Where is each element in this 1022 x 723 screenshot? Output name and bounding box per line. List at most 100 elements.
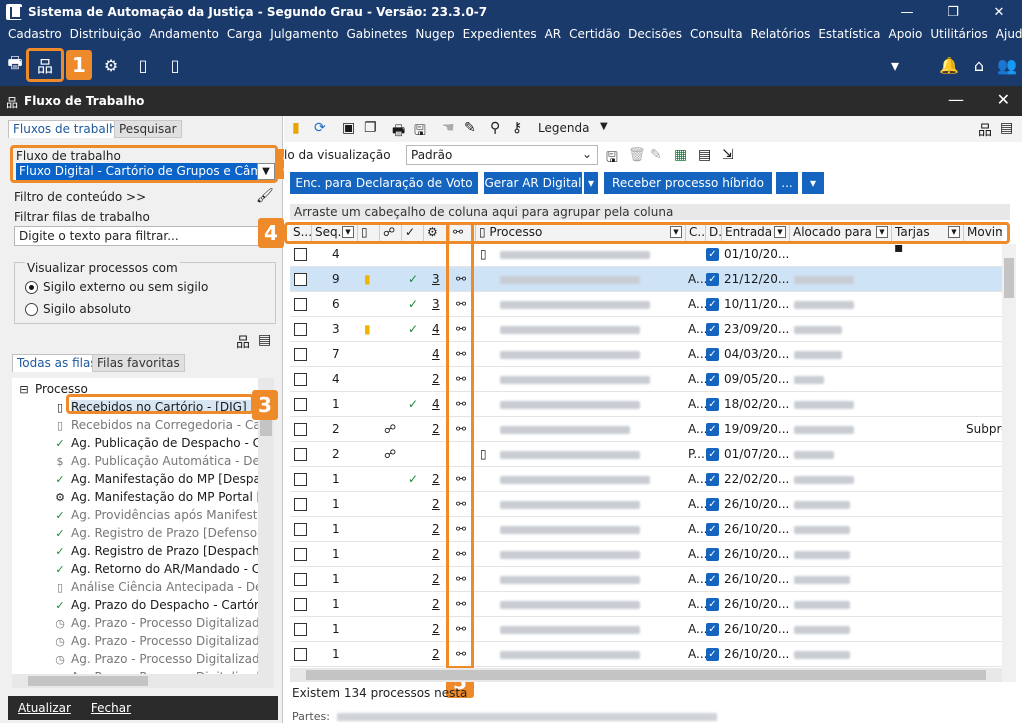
filter-input[interactable]: Digite o texto para filtrar... [14,226,276,246]
save-view-icon[interactable]: 🖫 [606,147,618,171]
legenda-menu[interactable]: Legenda [538,121,589,135]
table-row[interactable]: 1 2 ⚯ A... ✓ 26/10/20... [290,617,1002,642]
menu-item-12[interactable]: Relatórios [747,27,815,41]
menu-item-3[interactable]: Carga [223,27,266,41]
row-checkbox[interactable] [294,548,307,561]
table-row[interactable]: 1 2 ⚯ A... ✓ 26/10/20... [290,642,1002,667]
count-link[interactable]: 2 [432,642,440,667]
copy-icon[interactable]: ❐ [364,120,377,136]
print-icon[interactable]: 🖶 [392,120,405,144]
legenda-dropdown-icon[interactable]: ▼ [600,121,608,132]
user-settings-icon[interactable]: ⚙ [100,54,122,76]
table-row[interactable]: 2 ☍ ▯ P... ✓ 01/07/20... [290,442,1002,467]
menu-item-16[interactable]: Ajuda [992,27,1022,41]
d-checkbox[interactable]: ✓ [706,373,719,386]
table-row[interactable]: 6 ✓ 3 ⚯ A... ✓ 10/11/20... [290,292,1002,317]
menu-item-11[interactable]: Consulta [686,27,747,41]
more-dropdown-icon[interactable]: ▾ [802,172,824,194]
grid-vscroll-thumb[interactable] [1004,258,1014,298]
modelo-select[interactable]: Padrão [406,145,598,165]
hand-icon[interactable]: ☚ [442,120,455,136]
group-by-area[interactable]: Arraste um cabeçalho de coluna aqui para… [290,204,1010,220]
save-icon[interactable]: 🖫 [414,120,426,144]
report-icon[interactable]: ▯ [164,54,186,76]
dropdown-arrow-icon[interactable]: ▾ [884,54,906,76]
count-link[interactable]: 2 [432,367,440,392]
select-all-icon[interactable]: ▣ [342,120,355,136]
table-row[interactable]: 1 ✓ 4 ⚯ A... ✓ 18/02/20... [290,392,1002,417]
minimize-panel-icon[interactable]: — [948,90,964,109]
tree-item[interactable]: ✓ Ag. Retorno do AR/Mandado - Cartório [52,560,274,578]
d-checkbox[interactable]: ✓ [706,323,719,336]
bookmark-icon[interactable]: ▮ [292,120,300,136]
menu-item-15[interactable]: Utilitários [926,27,991,41]
menu-item-4[interactable]: Julgamento [266,27,342,41]
tab-fluxos[interactable]: Fluxos de trabalho [8,120,130,138]
minimize-icon[interactable]: — [884,0,930,24]
d-checkbox[interactable]: ✓ [706,298,719,311]
count-link[interactable]: 2 [432,417,440,442]
tree-item[interactable]: ✓ Ag. Manifestação do MP [Despacho] [52,470,274,488]
table-row[interactable]: 7 4 ⚯ A... ✓ 04/03/20... [290,342,1002,367]
row-checkbox[interactable] [294,248,307,261]
row-checkbox[interactable] [294,348,307,361]
expand-all-icon[interactable]: 品 [236,332,250,352]
table-row[interactable]: 1 2 ⚯ A... ✓ 26/10/20... [290,542,1002,567]
row-checkbox[interactable] [294,323,307,336]
d-checkbox[interactable]: ✓ [706,598,719,611]
count-link[interactable]: 4 [432,392,440,417]
clipboard-icon[interactable]: ▤ [698,147,711,163]
d-checkbox[interactable]: ✓ [706,473,719,486]
table-row[interactable]: 2☍2⚯A...✓19/09/20...Subpro [290,417,1002,442]
excel-icon[interactable]: ▦ [674,147,687,163]
radio-sigilo-externo[interactable] [25,281,38,294]
d-checkbox[interactable]: ✓ [706,523,719,536]
key-search-icon[interactable]: ⚷ [512,120,522,136]
d-checkbox[interactable]: ✓ [706,573,719,586]
count-link[interactable]: 2 [432,567,440,592]
tree-item[interactable]: $ Ag. Publicação Automática - Despacho [52,452,275,470]
users-icon[interactable]: 👥 [996,54,1018,76]
row-checkbox[interactable] [294,648,307,661]
menu-item-9[interactable]: Certidão [565,27,624,41]
grid-hscrollbar[interactable] [290,668,1002,682]
tree-hscroll-thumb[interactable] [28,676,148,686]
enc-declaracao-voto-button[interactable]: Enc. para Declaração de Voto [290,172,478,194]
menu-item-14[interactable]: Apoio [885,27,927,41]
tree-item[interactable]: ✓ Ag. Publicação de Despacho - Cartório [52,434,274,452]
row-checkbox[interactable] [294,523,307,536]
count-link[interactable]: 3 [432,292,440,317]
filtro-conteudo-link[interactable]: Filtro de conteúdo >> [14,190,146,204]
close-panel-icon[interactable]: ✕ [997,90,1010,109]
tab-todas-filas[interactable]: Todas as filas [12,354,102,372]
export-icon[interactable]: ⇲ [722,147,734,163]
d-checkbox[interactable]: ✓ [706,548,719,561]
group-expand-icon[interactable]: 品 [978,120,992,140]
tree-item[interactable]: ◷ Ag. Prazo - Processo Digitalizado – Pr [52,614,274,632]
tree-item[interactable]: ▯ Análise Ciência Antecipada - Despacho [52,578,274,596]
count-link[interactable]: 2 [432,467,440,492]
edit-view-icon[interactable]: ✎ [650,147,662,163]
menu-item-0[interactable]: Cadastro [4,27,66,41]
printer-icon[interactable]: 🖶 [4,53,26,76]
row-checkbox[interactable] [294,423,307,436]
maximize-icon[interactable]: ❐ [930,0,976,24]
tree-scrollbar[interactable] [258,378,274,674]
table-row[interactable]: 4 2 ⚯ A... ✓ 09/05/20... [290,367,1002,392]
tree-hscrollbar[interactable] [12,674,274,688]
more-button[interactable]: ... [776,172,798,194]
d-checkbox[interactable]: ✓ [706,398,719,411]
gerar-ar-digital-button[interactable]: Gerar AR Digital [484,172,582,194]
tree-item[interactable]: ◷ Ag. Prazo - Processo Digitalizado – Pr [52,650,274,668]
comment-icon[interactable]: ✎ [464,120,476,136]
row-checkbox[interactable] [294,598,307,611]
menu-item-10[interactable]: Decisões [624,27,686,41]
collapse-all-icon[interactable]: ▤ [258,332,271,348]
count-link[interactable]: 2 [432,592,440,617]
row-checkbox[interactable] [294,398,307,411]
count-link[interactable]: 4 [432,342,440,367]
d-checkbox[interactable]: ✓ [706,623,719,636]
tree-item[interactable]: ✓ Ag. Providências após Manifestação do M… [52,506,274,524]
d-checkbox[interactable]: ✓ [706,498,719,511]
count-link[interactable]: 2 [432,517,440,542]
